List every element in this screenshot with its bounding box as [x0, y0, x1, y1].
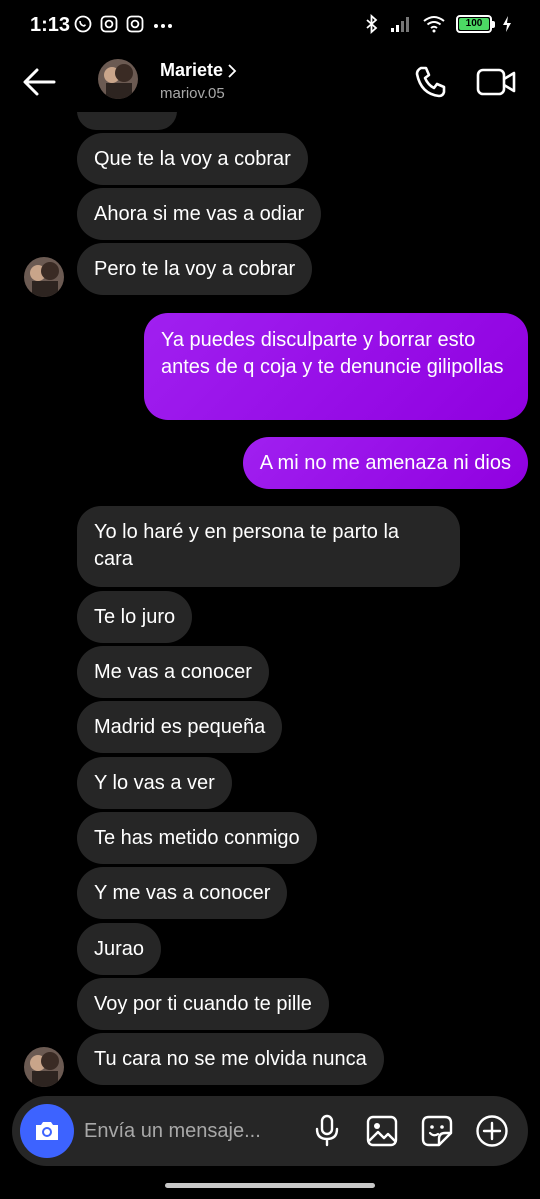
contact-handle: mariov.05: [160, 85, 225, 102]
message-bubble[interactable]: Ahora si me vas a odiar: [77, 188, 322, 240]
back-button[interactable]: [20, 62, 60, 102]
sender-avatar[interactable]: [24, 257, 64, 297]
notification-icons: [74, 15, 174, 33]
message-input[interactable]: [84, 1116, 304, 1146]
plus-circle-icon: [476, 1115, 508, 1147]
chevron-right-icon: [228, 63, 237, 78]
instagram-icon: [100, 15, 118, 33]
sticker-button[interactable]: [420, 1114, 454, 1148]
audio-call-button[interactable]: [410, 62, 450, 102]
whatsapp-icon: [74, 15, 92, 33]
camera-icon: [36, 1122, 58, 1140]
more-dots-icon: [154, 24, 172, 28]
phone-icon: [415, 66, 446, 98]
instagram-icon: [126, 15, 144, 33]
voice-message-button[interactable]: [310, 1114, 344, 1148]
more-actions-button[interactable]: [475, 1114, 509, 1148]
message-bubble[interactable]: Pero te la voy a cobrar: [77, 243, 313, 295]
message-bubble[interactable]: Que te la voy a cobrar: [77, 133, 308, 185]
system-icons: 100: [364, 14, 512, 34]
battery-level: 100: [459, 18, 489, 30]
bluetooth-icon: [366, 14, 378, 34]
image-icon: [366, 1115, 398, 1147]
message-bubble[interactable]: Y me vas a conocer: [77, 867, 288, 919]
arrow-left-icon: [23, 68, 56, 96]
message-bubble[interactable]: Me vas a conocer: [77, 646, 269, 698]
message-composer: [12, 1096, 528, 1166]
sender-avatar[interactable]: [24, 1047, 64, 1087]
camera-button[interactable]: [20, 1104, 74, 1158]
status-time: 1:13: [30, 14, 71, 36]
message-bubble[interactable]: Te lo juro: [77, 591, 193, 643]
message-bubble[interactable]: Madrid es pequeña: [77, 701, 283, 753]
status-bar: 1:13 100: [0, 0, 540, 52]
wifi-icon: [423, 16, 445, 33]
video-camera-icon: [476, 68, 516, 96]
battery-indicator: 100: [456, 15, 495, 33]
charging-icon: [503, 16, 511, 32]
message-bubble[interactable]: Tu cara no se me olvida nunca: [77, 1033, 384, 1085]
signal-icon: [391, 17, 409, 32]
contact-name-link[interactable]: Mariete: [160, 60, 237, 81]
message-bubble[interactable]: Yo lo haré y en persona te parto la cara: [77, 506, 460, 587]
message-bubble[interactable]: Jurao: [77, 923, 162, 975]
message-bubble-sent[interactable]: A mi no me amenaza ni dios: [242, 437, 528, 489]
message-bubble-sent[interactable]: Ya puedes disculparte y borrar esto ante…: [144, 313, 528, 420]
message-bubble-cut: [77, 112, 177, 130]
microphone-icon: [315, 1114, 339, 1147]
sticker-icon: [421, 1115, 453, 1147]
chat-header: Mariete mariov.05: [0, 52, 540, 112]
gallery-button[interactable]: [365, 1114, 399, 1148]
message-bubble[interactable]: Voy por ti cuando te pille: [77, 978, 329, 1030]
message-bubble[interactable]: Y lo vas a ver: [77, 757, 232, 809]
message-thread[interactable]: Que te la voy a cobrar Ahora si me vas a…: [0, 112, 540, 1092]
video-call-button[interactable]: [474, 62, 518, 102]
home-indicator[interactable]: [165, 1183, 375, 1188]
contact-name: Mariete: [160, 60, 224, 80]
message-bubble[interactable]: Te has metido conmigo: [77, 812, 317, 864]
contact-avatar[interactable]: [98, 59, 138, 99]
